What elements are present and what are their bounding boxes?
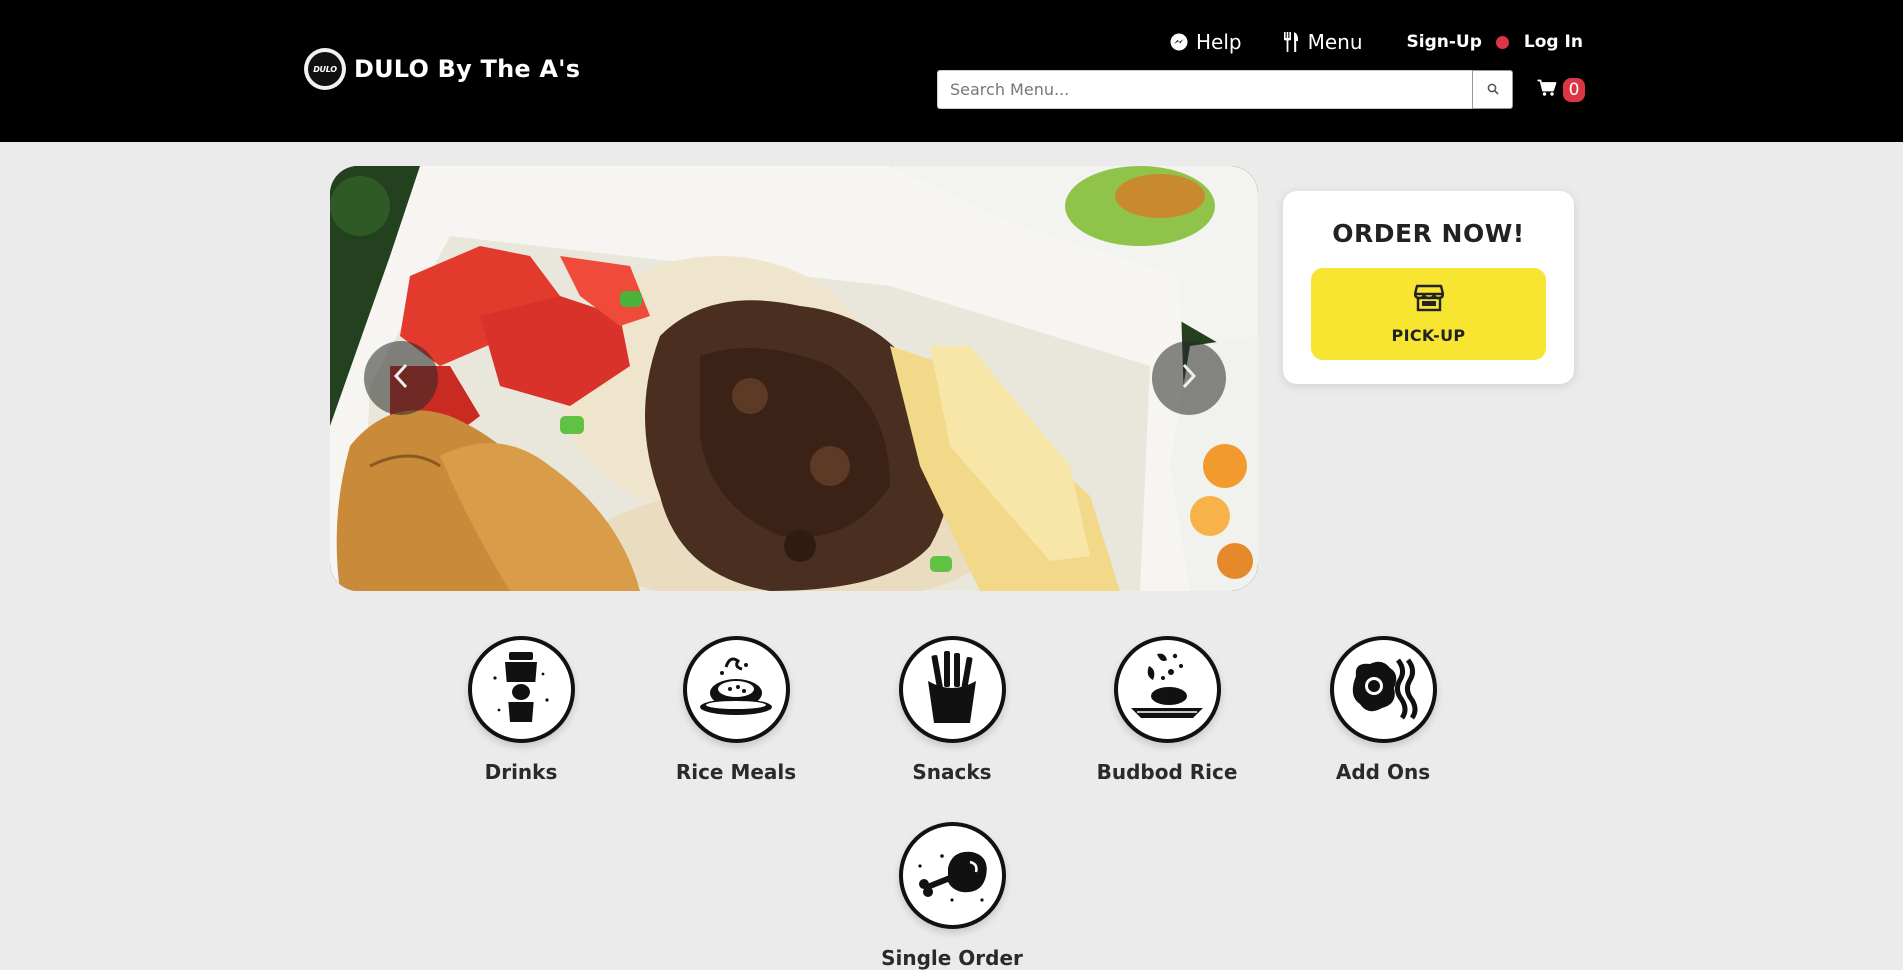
search-button[interactable] bbox=[1472, 70, 1513, 109]
category-drinks[interactable]: Drinks bbox=[431, 636, 611, 784]
utensils-icon bbox=[1282, 32, 1300, 52]
hero-carousel bbox=[330, 166, 1258, 591]
carousel-next-button[interactable] bbox=[1152, 341, 1226, 415]
chevron-right-icon bbox=[1181, 363, 1197, 393]
category-icon-circle bbox=[1329, 636, 1437, 743]
category-icon-circle bbox=[682, 636, 790, 743]
rice-plate-icon bbox=[696, 653, 776, 727]
search-input[interactable] bbox=[937, 70, 1472, 109]
brand-logo-text: DULO bbox=[308, 52, 342, 86]
signup-link[interactable]: Sign-Up bbox=[1407, 32, 1482, 52]
pickup-button[interactable]: PICK-UP bbox=[1311, 268, 1546, 360]
cart-button[interactable]: 0 bbox=[1537, 78, 1585, 102]
category-label: Budbod Rice bbox=[1096, 760, 1238, 784]
order-now-title: ORDER NOW! bbox=[1332, 219, 1525, 248]
separator-dot bbox=[1495, 35, 1509, 49]
category-icon-circle bbox=[898, 822, 1006, 929]
search-bar bbox=[937, 70, 1513, 109]
pickup-label: PICK-UP bbox=[1391, 325, 1466, 345]
messenger-icon bbox=[1170, 33, 1188, 51]
login-link[interactable]: Log In bbox=[1524, 32, 1583, 52]
category-snacks[interactable]: Snacks bbox=[862, 636, 1042, 784]
category-add-ons[interactable]: Add Ons bbox=[1293, 636, 1473, 784]
brand-logo: DULO bbox=[304, 48, 346, 90]
budbod-rice-icon bbox=[1127, 648, 1207, 732]
category-label: Drinks bbox=[484, 760, 558, 784]
category-label: Rice Meals bbox=[675, 760, 797, 784]
egg-bacon-icon bbox=[1346, 656, 1420, 724]
category-icon-circle bbox=[467, 636, 575, 743]
top-nav: Help Menu Sign-Up Log In bbox=[1170, 28, 1583, 56]
nav-menu-link[interactable]: Menu bbox=[1282, 30, 1363, 54]
fries-icon bbox=[922, 650, 982, 729]
cart-icon bbox=[1537, 79, 1557, 101]
carousel-prev-button[interactable] bbox=[364, 341, 438, 415]
drink-cup-icon bbox=[489, 648, 553, 732]
search-icon bbox=[1487, 80, 1499, 99]
brand-title: DULO By The A's bbox=[354, 55, 581, 83]
category-label: Single Order bbox=[881, 946, 1023, 970]
store-icon bbox=[1413, 284, 1444, 316]
category-rice-meals[interactable]: Rice Meals bbox=[646, 636, 826, 784]
site-header: DULO DULO By The A's Help Menu Sign-Up L… bbox=[0, 0, 1903, 142]
category-single-order[interactable]: Single Order bbox=[862, 822, 1042, 970]
nav-help-link[interactable]: Help bbox=[1170, 30, 1242, 54]
nav-help-label: Help bbox=[1196, 30, 1242, 54]
cart-count-badge: 0 bbox=[1563, 78, 1585, 102]
nav-menu-label: Menu bbox=[1307, 30, 1363, 54]
food-photo bbox=[330, 166, 1258, 591]
category-budbod-rice[interactable]: Budbod Rice bbox=[1077, 636, 1257, 784]
category-label: Add Ons bbox=[1335, 760, 1431, 784]
order-now-card: ORDER NOW! PICK-UP bbox=[1283, 191, 1574, 384]
category-icon-circle bbox=[898, 636, 1006, 743]
chevron-left-icon bbox=[393, 363, 409, 393]
category-label: Snacks bbox=[912, 760, 992, 784]
chicken-leg-icon bbox=[912, 842, 992, 910]
brand[interactable]: DULO DULO By The A's bbox=[304, 48, 580, 90]
category-icon-circle bbox=[1113, 636, 1221, 743]
